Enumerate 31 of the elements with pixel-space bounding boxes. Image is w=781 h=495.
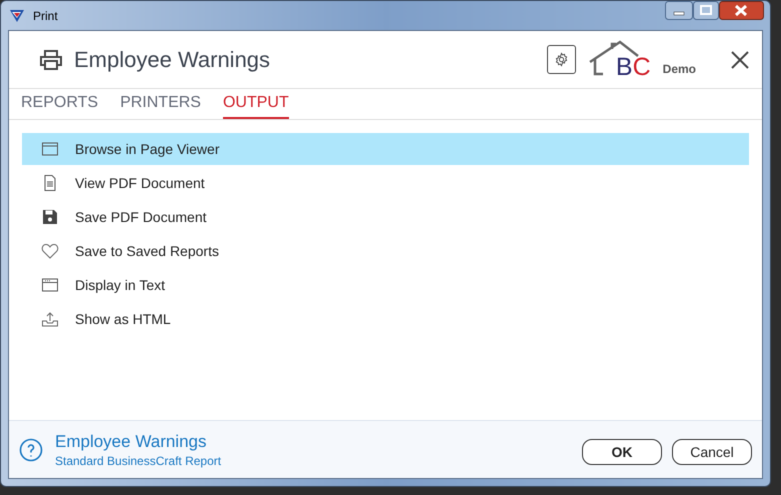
output-option[interactable]: Display in Text xyxy=(22,269,749,301)
printer-icon xyxy=(39,48,63,70)
window-icon xyxy=(41,140,59,158)
tab[interactable]: OUTPUT xyxy=(222,89,289,119)
dialog-button[interactable]: Cancel xyxy=(672,439,752,465)
edition-label: Demo xyxy=(662,62,696,76)
window-title: Print xyxy=(33,8,58,22)
minimize-button[interactable] xyxy=(665,1,693,20)
logo-letter: B xyxy=(616,54,633,80)
settings-button[interactable] xyxy=(546,45,576,74)
close-button[interactable] xyxy=(719,1,764,20)
report-name: Employee Warnings xyxy=(55,432,208,452)
tab[interactable]: REPORTS xyxy=(21,89,98,119)
output-option[interactable]: Show as HTML xyxy=(22,303,749,335)
heart-icon xyxy=(41,242,59,260)
output-option[interactable]: Browse in Page Viewer xyxy=(22,133,749,165)
app-logo-icon xyxy=(9,8,25,22)
gear-icon xyxy=(554,52,569,67)
upload-tray-icon xyxy=(41,310,59,328)
logo-letter: C xyxy=(632,54,651,80)
dialog-button[interactable]: OK xyxy=(582,439,662,465)
help-icon[interactable] xyxy=(19,438,43,462)
output-option[interactable]: View PDF Document xyxy=(22,167,749,199)
report-description: Standard BusinessCraft Report xyxy=(55,454,222,468)
close-icon[interactable] xyxy=(730,50,750,70)
window-icon xyxy=(41,276,59,294)
report-title: Employee Warnings xyxy=(74,46,272,72)
maximize-button[interactable] xyxy=(693,1,719,20)
output-option[interactable]: Save PDF Document xyxy=(22,201,749,233)
output-option[interactable]: Save to Saved Reports xyxy=(22,235,749,267)
tab[interactable]: PRINTERS xyxy=(120,89,201,119)
